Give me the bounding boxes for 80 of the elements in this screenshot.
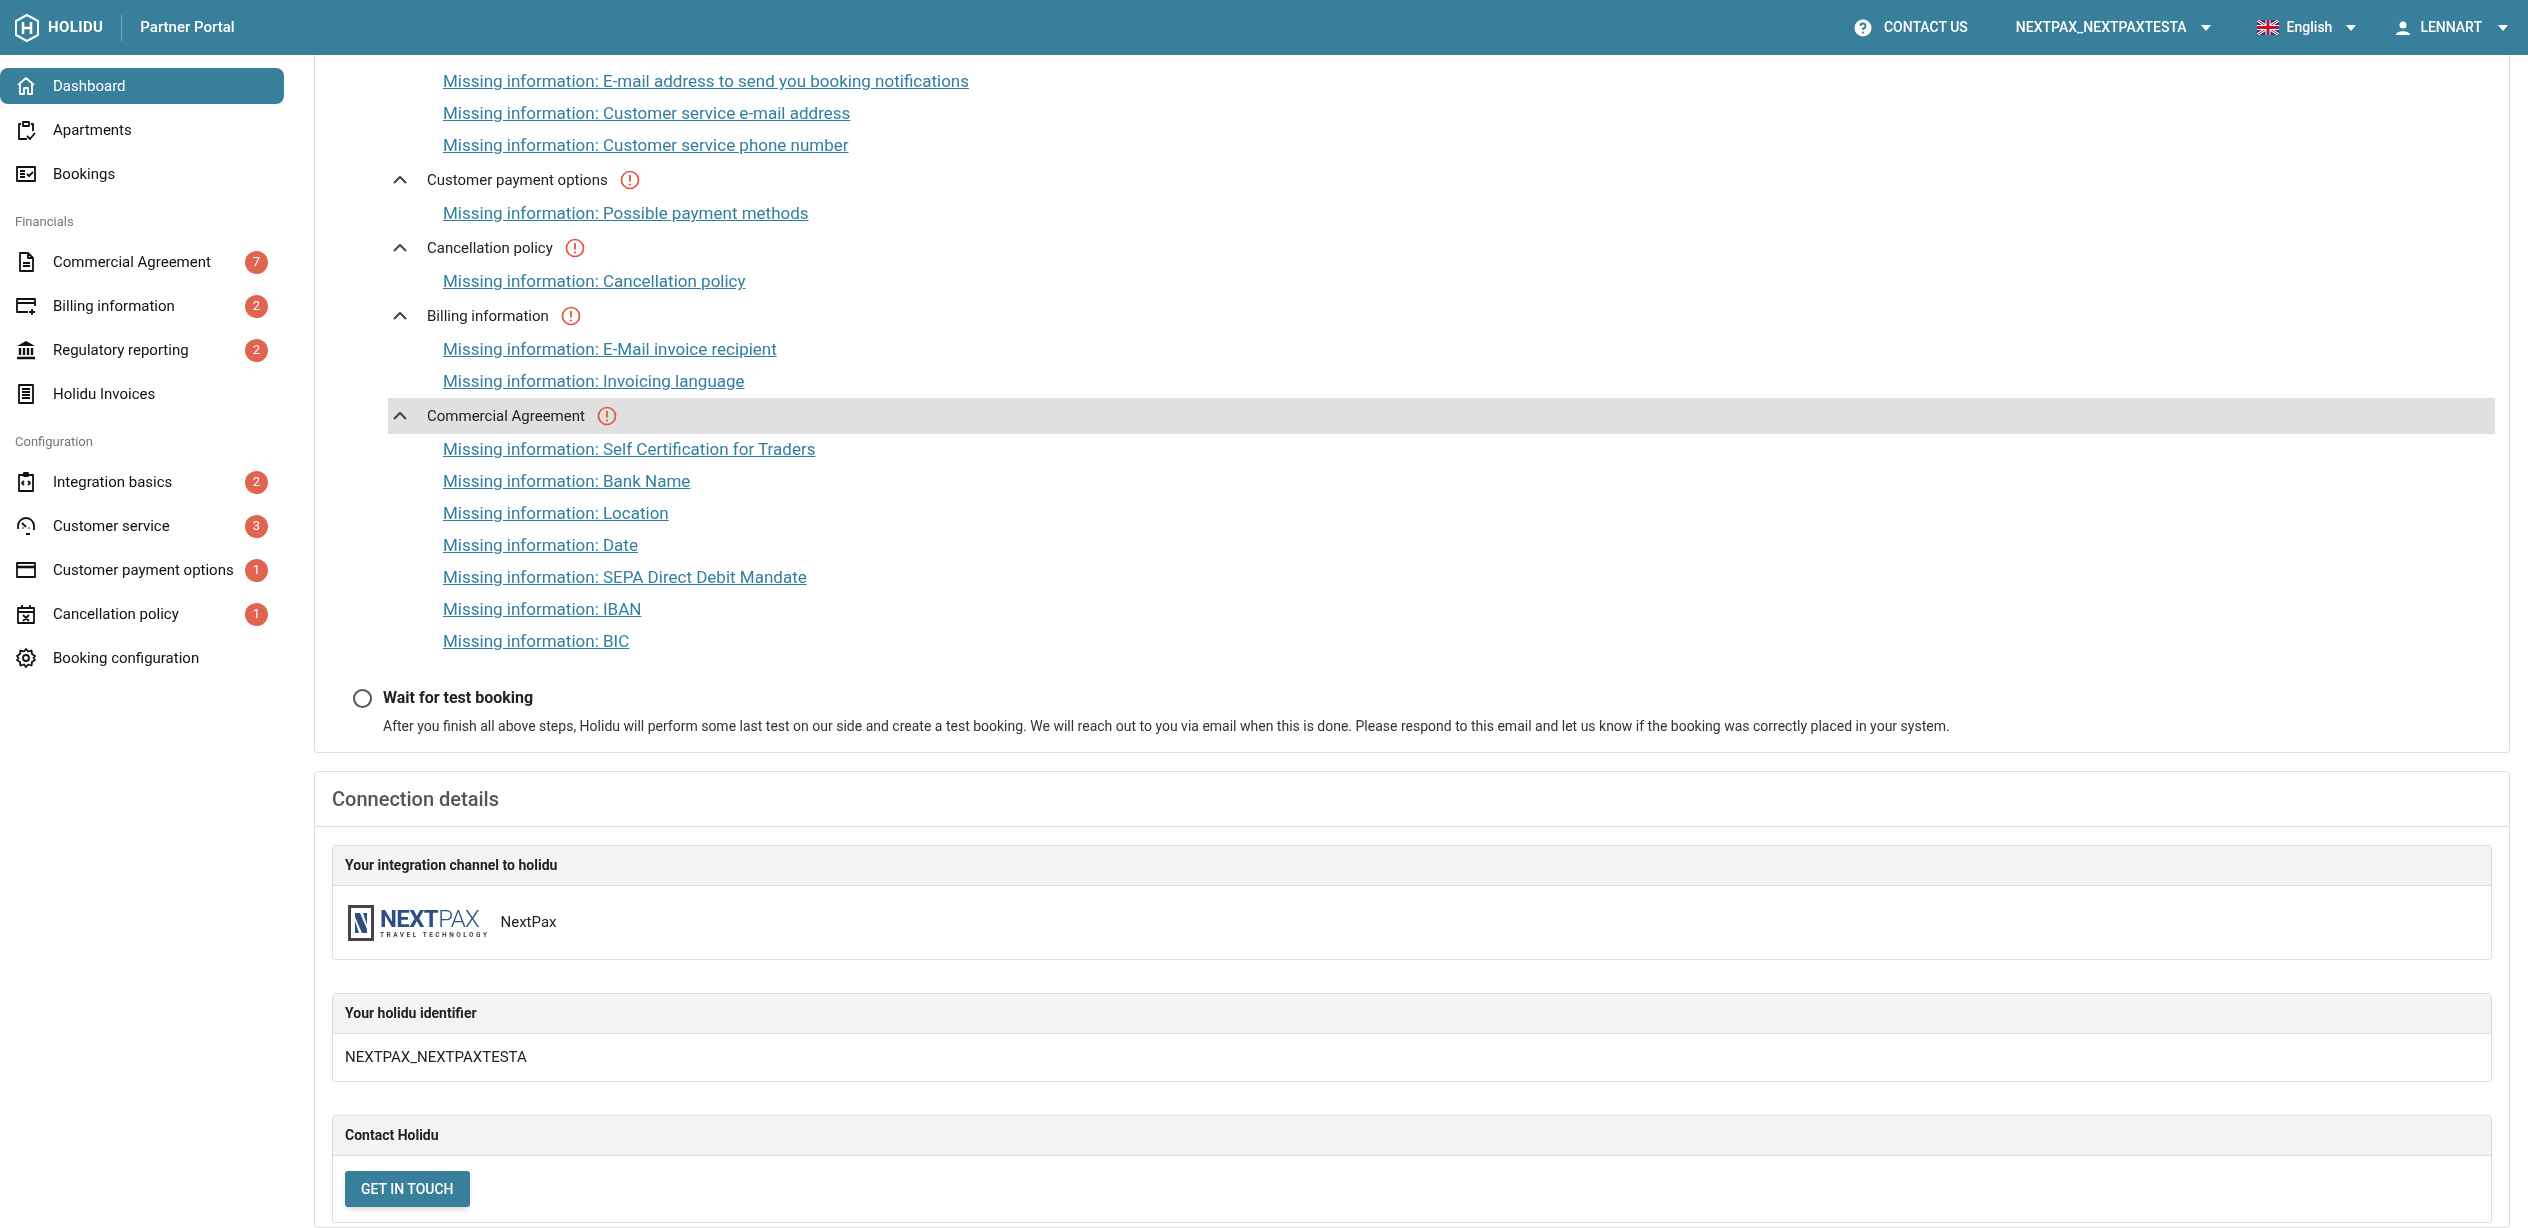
caret-icon [2200,24,2211,31]
home-icon [15,75,37,97]
channel-name: NextPax [500,912,557,934]
missing-info-link[interactable]: Missing information: Invoicing language [443,369,745,395]
identifier-value: NEXTPAX_NEXTPAXTESTA [345,1047,527,1069]
chevron-icon [392,175,408,185]
missing-info-link[interactable]: Missing information: Cancellation policy [443,269,746,295]
count-badge: 7 [245,250,268,274]
sidebar-item[interactable]: Apartments [0,112,284,148]
chevron-icon [392,411,408,421]
alert-icon [560,306,581,326]
language-dropdown[interactable]: English [2256,17,2357,38]
settings-icon [15,647,37,669]
missing-info-link[interactable]: Missing information: Bank Name [443,469,691,495]
sidebar-item[interactable]: Holidu Invoices [0,376,284,412]
logo-icon [14,13,40,42]
code-icon [15,471,37,493]
missing-info-link[interactable]: Missing information: Location [443,501,669,527]
missing-info-link[interactable]: Missing information: SEPA Direct Debit Mandate [443,565,807,591]
get-in-touch-button[interactable]: GET IN TOUCH [345,1171,470,1207]
sidebar-item[interactable]: Dashboard [0,68,284,104]
headset-icon [15,515,37,537]
step-description: After you finish all above steps, Holidu will perform some last test on our side and create a test booking. We will reach out to you via email when this is done. Please respond to this email and let us know if the booking was correctly placed in your system. [383,717,1950,736]
missing-info-link[interactable]: Missing information: BIC [443,629,630,655]
portal-title: Partner Portal [140,17,235,39]
sidebar-item[interactable]: Customer service 3 [0,508,284,544]
panel-heading: Your integration channel to holidu [345,856,558,875]
sidebar-item[interactable]: Regulatory reporting 2 [0,332,284,368]
card-plus-icon [15,295,37,317]
sidebar-item[interactable]: Billing information 2 [0,288,284,324]
missing-info-link[interactable]: Missing information: Possible payment methods [443,201,809,227]
missing-info-link[interactable]: Missing information: E-mail address to send you booking notifications [443,69,969,95]
count-badge: 2 [245,294,268,318]
bank-icon [15,339,37,361]
count-badge: 2 [245,470,268,494]
missing-info-link[interactable]: Missing information: Self Certification for Traders [443,437,816,463]
caret-icon [2498,24,2508,31]
sidebar-section-heading: Financials [14,213,75,232]
missing-info-link[interactable]: Missing information: Customer service e-mail address [443,101,851,127]
alert-icon [619,170,640,190]
sidebar-item[interactable]: Cancellation policy 1 [0,596,284,632]
section-header[interactable]: Billing information [388,298,2495,334]
sidebar-item[interactable]: Integration basics 2 [0,464,284,500]
clipboard-check-icon [15,119,37,141]
section-header[interactable]: Commercial Agreement [388,398,2495,434]
sidebar-item[interactable]: Bookings [0,156,284,192]
uk-flag-icon [2256,20,2279,35]
checklist-icon [15,163,37,185]
chevron-icon [392,243,408,253]
missing-info-link[interactable]: Missing information: E-Mail invoice recipient [443,337,777,363]
section-header[interactable]: Cancellation policy [388,230,2495,266]
card-icon [15,559,37,581]
sidebar-section-heading: Configuration [14,433,94,452]
contact-us-link[interactable]: CONTACT US [1853,17,1968,38]
user-menu[interactable]: LENNART [2396,17,2508,38]
count-badge: 2 [245,338,268,362]
missing-info-link[interactable]: Missing information: Customer service phone number [443,133,849,159]
missing-info-link[interactable]: Missing information: Date [443,533,638,559]
step-title: Wait for test booking [383,687,535,709]
sidebar-item[interactable]: Customer payment options 1 [0,552,284,588]
missing-info-link[interactable]: Missing information: IBAN [443,597,642,623]
count-badge: 1 [245,602,268,626]
count-badge: 1 [245,558,268,582]
sidebar-item[interactable]: Booking configuration [0,640,284,676]
calendar-x-icon [15,603,37,625]
count-badge: 3 [245,514,268,538]
section-header[interactable]: Customer payment options [388,162,2495,198]
help-icon [1853,18,1872,37]
panel-heading: Contact Holidu [345,1126,439,1145]
user-icon [2396,20,2411,35]
sidebar-item[interactable]: Commercial Agreement 7 [0,244,284,280]
caret-icon [2346,24,2357,31]
alert-icon [564,238,585,258]
brand-name: HOLIDU [48,17,104,39]
account-dropdown[interactable]: NEXTPAX_NEXTPAXTESTA [2015,17,2211,38]
alert-icon [596,406,617,426]
chevron-icon [392,311,408,321]
card-title: Connection details [315,772,2509,827]
receipt-icon [15,383,37,405]
panel-heading: Your holidu identifier [345,1004,477,1023]
